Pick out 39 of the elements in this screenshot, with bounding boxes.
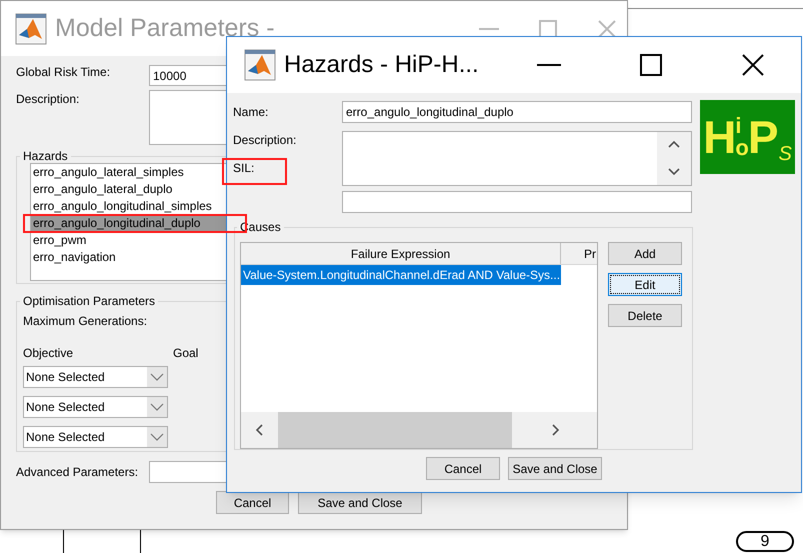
matlab-logo-icon [15,12,47,44]
field-label: Description: [233,132,296,149]
button[interactable]: Add [608,242,682,265]
column-header[interactable]: Failure Expression [241,243,561,264]
field-label: Advanced Parameters: [16,464,140,481]
maximize-icon [640,54,662,76]
description-field[interactable] [342,131,692,186]
page-number-badge: 9 [736,531,794,552]
button[interactable]: Save and Close [508,457,602,480]
table-row[interactable]: Value-System.LongitudinalChannel.dErad AND Value-Sys... [241,265,561,285]
field-label: SIL: [233,160,254,177]
field-label: Global Risk Time: [16,64,112,81]
scrollbar-thumb[interactable] [278,412,512,448]
button[interactable]: Cancel [216,491,289,514]
matlab-logo-icon [244,49,276,81]
column-header[interactable]: Pr [561,243,597,264]
field-label: Maximum Generations: [23,313,148,330]
group-title: Hazards [22,148,69,165]
button[interactable]: Save and Close [298,491,422,514]
field-label: Name: [233,104,270,121]
objective-dropdown[interactable]: None Selected [23,426,168,448]
button[interactable]: Delete [608,304,682,327]
minimize-icon [537,64,561,66]
field-label: Description: [16,91,80,108]
column-header: Goal [173,345,198,362]
objective-dropdown[interactable]: None Selected [23,366,168,388]
button[interactable]: Cancel [426,457,500,480]
button[interactable]: Edit [608,273,682,296]
window-title: Hazards - HiP-H... [284,50,479,80]
highlight-frame [222,158,287,185]
close-icon[interactable] [597,18,617,38]
close-icon [742,54,764,76]
sil-field[interactable] [342,191,692,213]
window-title: Model Parameters - [55,12,275,44]
name-field[interactable]: erro_angulo_longitudinal_duplo [342,101,692,123]
group-title: Optimisation Parameters [22,293,156,310]
objective-dropdown[interactable]: None Selected [23,396,168,418]
column-header: Objective [23,345,74,362]
horizontal-scrollbar[interactable] [241,412,597,448]
